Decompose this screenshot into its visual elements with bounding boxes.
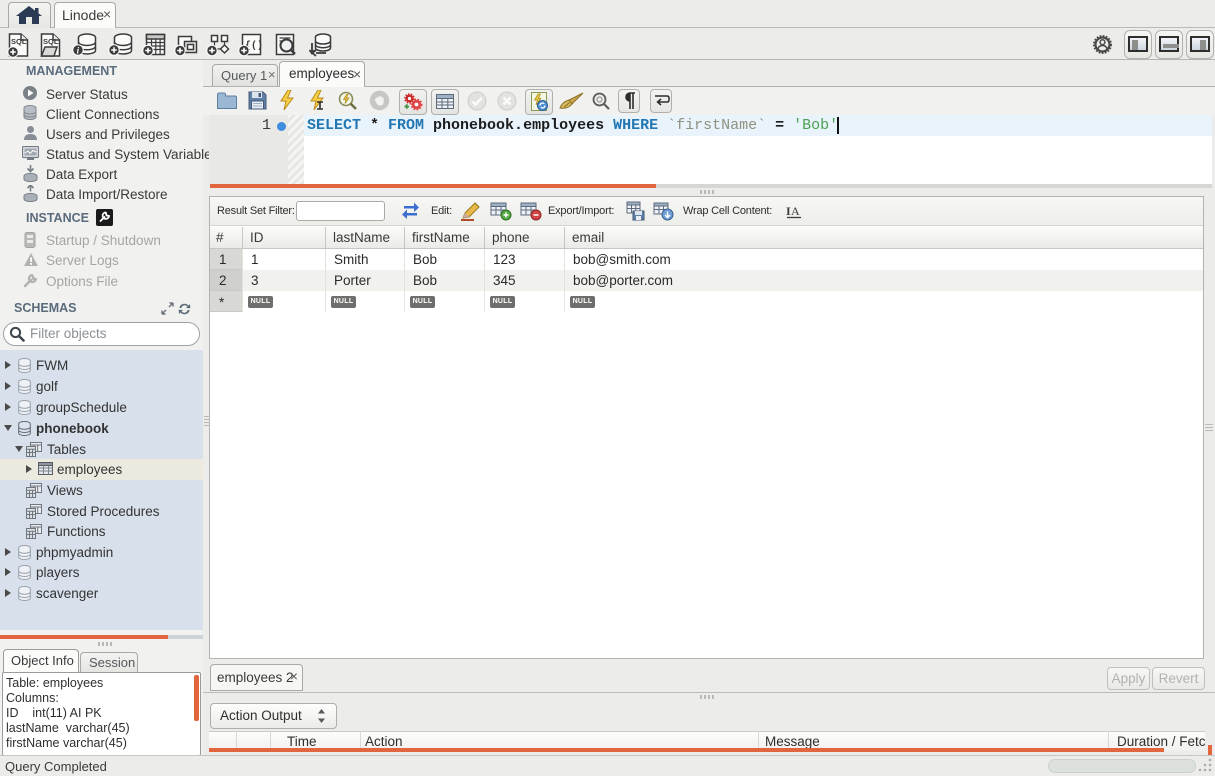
svg-text:A: A — [791, 204, 800, 218]
svg-text:SQL: SQL — [11, 37, 27, 46]
svg-text:SQL: SQL — [43, 37, 59, 46]
